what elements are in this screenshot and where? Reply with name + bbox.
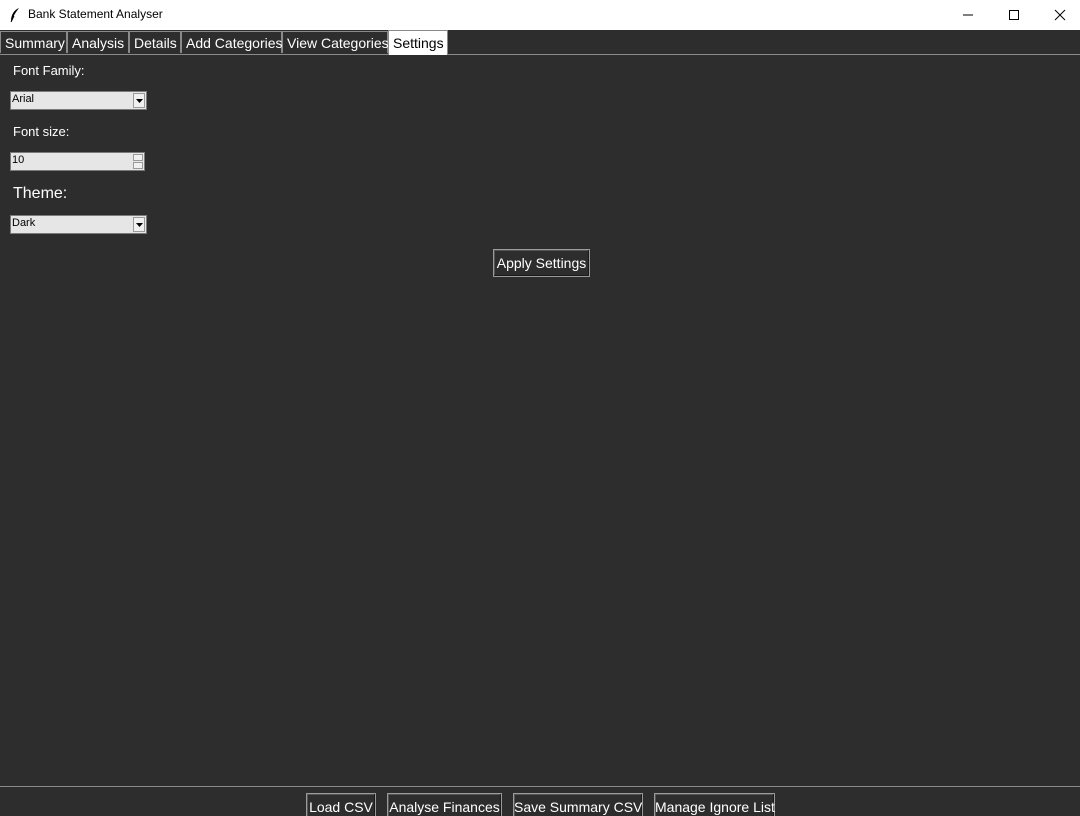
spin-up-button[interactable]: [133, 154, 143, 161]
title-bar: Bank Statement Analyser: [0, 0, 1080, 30]
tab-details[interactable]: Details: [129, 31, 181, 53]
maximize-button[interactable]: [991, 0, 1037, 30]
apply-settings-button[interactable]: Apply Settings: [493, 249, 590, 277]
close-icon: [1054, 9, 1066, 21]
tab-settings[interactable]: Settings: [388, 30, 448, 55]
font-family-value: Arial: [12, 93, 35, 105]
manage-ignore-list-button[interactable]: Manage Ignore List: [654, 793, 775, 816]
analyse-finances-button[interactable]: Analyse Finances: [387, 793, 502, 816]
tab-view-categories[interactable]: View Categories: [282, 31, 389, 53]
dropdown-arrow-button[interactable]: [133, 217, 145, 232]
theme-label: Theme:: [13, 185, 68, 202]
font-size-value: 10: [12, 154, 25, 166]
spin-down-button[interactable]: [133, 162, 143, 169]
app-window: Bank Statement Analyser Summary Analysis…: [0, 0, 1080, 816]
theme-value: Dark: [12, 217, 36, 229]
window-title: Bank Statement Analyser: [28, 7, 163, 21]
font-family-label: Font Family:: [13, 63, 85, 78]
save-summary-csv-button[interactable]: Save Summary CSV: [513, 793, 643, 816]
font-family-select[interactable]: Arial: [10, 91, 147, 110]
tab-add-categories[interactable]: Add Categories: [181, 31, 283, 53]
bottom-toolbar: Load CSV Analyse Finances Save Summary C…: [0, 786, 1080, 816]
font-size-spinbox[interactable]: 10: [10, 152, 145, 171]
dropdown-arrow-button[interactable]: [133, 93, 145, 108]
theme-select[interactable]: Dark: [10, 215, 147, 234]
close-button[interactable]: [1037, 0, 1080, 30]
minimize-icon: [963, 14, 973, 16]
chevron-down-icon: [136, 223, 143, 227]
tab-analysis[interactable]: Analysis: [67, 31, 129, 53]
chevron-down-icon: [136, 99, 143, 103]
minimize-button[interactable]: [945, 0, 991, 30]
font-size-label: Font size:: [13, 124, 70, 139]
maximize-icon: [1009, 10, 1019, 20]
feather-icon: [8, 7, 22, 23]
tab-strip: Summary Analysis Details Add Categories …: [0, 30, 1080, 55]
tab-summary[interactable]: Summary: [0, 31, 67, 53]
load-csv-button[interactable]: Load CSV: [306, 793, 376, 816]
